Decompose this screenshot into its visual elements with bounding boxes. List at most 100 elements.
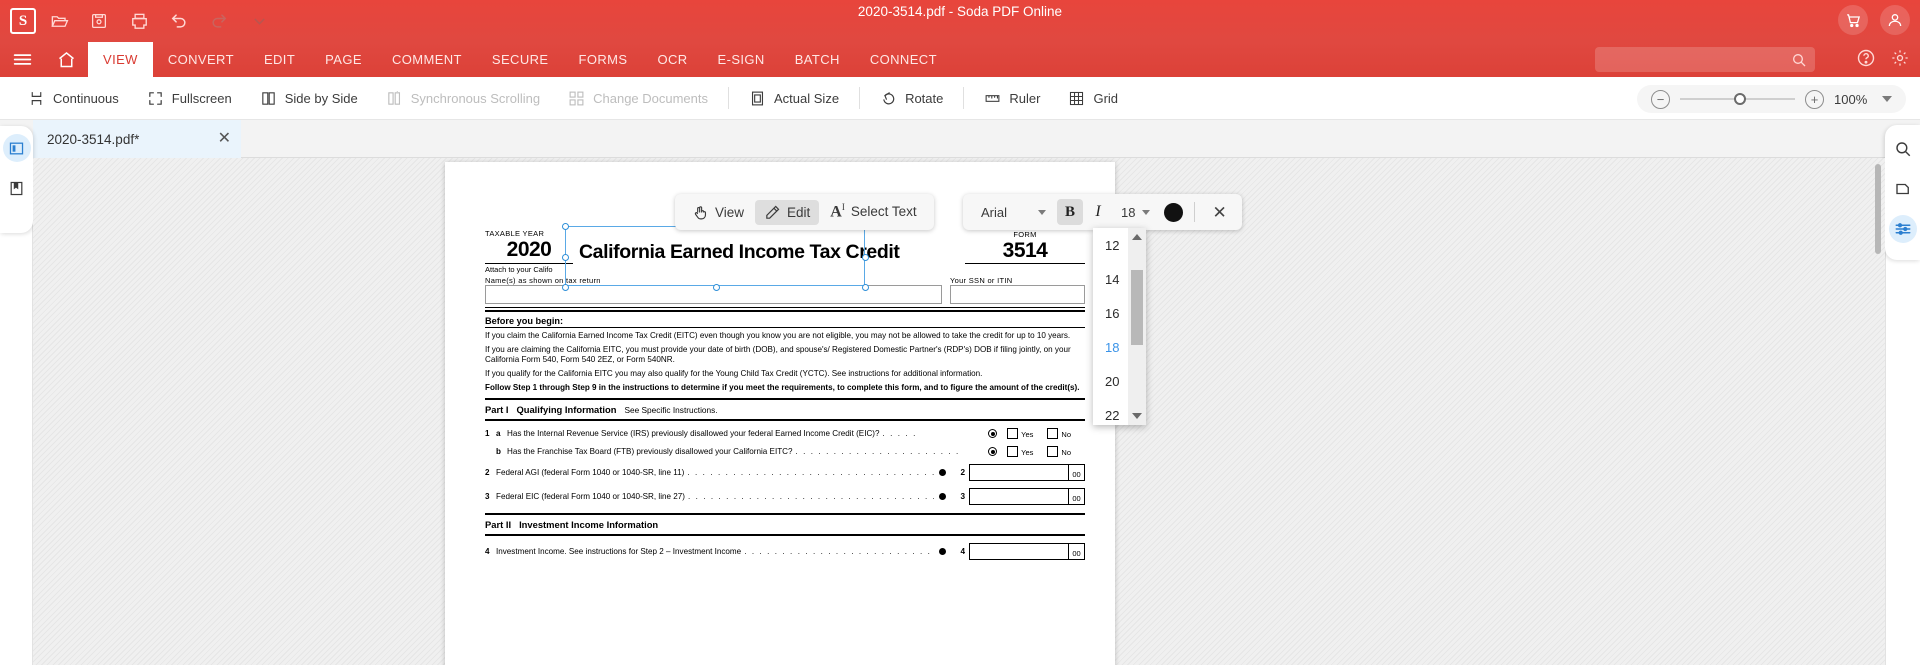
menu-tab-convert[interactable]: CONVERT: [153, 42, 249, 77]
leader-dots-4: . . . . . . . . . . . . . . . . . . . . …: [744, 547, 935, 557]
menu-tab-connect[interactable]: CONNECT: [855, 42, 952, 77]
font-size-scrollbar[interactable]: [1128, 228, 1146, 425]
toolbar-change-documents[interactable]: Change Documents: [554, 77, 722, 120]
close-format-toolbar-icon[interactable]: ✕: [1203, 204, 1235, 221]
toolbar-divider-2: [859, 87, 861, 109]
toolbar-rotate-label: Rotate: [905, 90, 944, 106]
document-tab-strip: 2020-3514.pdf* ✕: [0, 120, 1920, 158]
page-title[interactable]: California Earned Income Tax Credit: [579, 241, 959, 264]
line-3-row: 3 Federal EIC (federal Form 1040 or 1040…: [485, 488, 1085, 506]
font-family-caret-icon[interactable]: [1038, 209, 1046, 215]
question-1a-row: 1 a Has the Internal Revenue Service (IR…: [485, 428, 1085, 440]
sliders-icon: [1895, 223, 1910, 235]
toolbar-side-by-side[interactable]: Side by Side: [246, 77, 372, 120]
before-bold-note: Follow Step 1 through Step 9 in the inst…: [485, 382, 1080, 392]
zoom-slider[interactable]: [1680, 93, 1795, 105]
zoom-in-button[interactable]: +: [1805, 89, 1824, 109]
gear-icon[interactable]: [1890, 48, 1910, 73]
print-icon[interactable]: [122, 6, 156, 36]
toolbar-synchronous-scrolling[interactable]: Synchronous Scrolling: [372, 77, 554, 120]
menu-tab-view[interactable]: VIEW: [88, 42, 153, 77]
no-group-1b[interactable]: No: [1047, 446, 1071, 458]
italic-button[interactable]: I: [1086, 199, 1110, 225]
home-icon[interactable]: [44, 42, 88, 77]
bullet-marker-1b: [988, 447, 998, 457]
yes-group-1b[interactable]: Yes: [1007, 446, 1033, 458]
close-icon[interactable]: ✕: [218, 131, 231, 147]
part-2-header: Part II Investment Income Information: [485, 517, 1085, 532]
zoom-out-button[interactable]: −: [1651, 89, 1670, 109]
menu-tab-forms[interactable]: FORMS: [563, 42, 642, 77]
bookmarks-panel[interactable]: [3, 174, 31, 202]
line-4-input[interactable]: [969, 543, 1069, 561]
zoom-slider-handle[interactable]: [1734, 93, 1747, 105]
properties-panel[interactable]: [1888, 215, 1917, 243]
checkbox-1a-no[interactable]: [1047, 428, 1059, 440]
undo-icon[interactable]: [162, 6, 196, 36]
line-2-input[interactable]: [969, 464, 1069, 482]
mode-edit-button[interactable]: Edit: [755, 199, 820, 225]
names-input[interactable]: [485, 285, 942, 304]
document-tab[interactable]: 2020-3514.pdf* ✕: [33, 120, 241, 158]
no-group-1a[interactable]: No: [1047, 428, 1071, 440]
menu-tab-page[interactable]: PAGE: [310, 42, 377, 77]
mode-select-text-button[interactable]: AI Select Text: [821, 198, 925, 225]
font-family-select[interactable]: Arial: [969, 205, 1033, 220]
question-1b-row: b Has the Franchise Tax Board (FTB) prev…: [485, 446, 1085, 458]
part-1-note: See Specific Instructions.: [624, 405, 718, 416]
search-input[interactable]: [1595, 47, 1815, 72]
text-color-swatch[interactable]: [1164, 202, 1184, 222]
app-logo[interactable]: S: [10, 8, 36, 34]
line-3-text: Federal EIC (federal Form 1040 or 1040-S…: [496, 492, 685, 502]
bold-button[interactable]: B: [1057, 199, 1083, 225]
toolbar-continuous[interactable]: Continuous: [14, 77, 133, 120]
toolbar-actual-size-label: Actual Size: [774, 90, 840, 106]
checkbox-1b-yes[interactable]: [1007, 446, 1019, 458]
menu-tab-comment[interactable]: COMMENT: [377, 42, 477, 77]
line-2-text: Federal AGI (federal Form 1040 or 1040-S…: [496, 468, 685, 478]
line-3-input[interactable]: [969, 488, 1069, 506]
redo-icon[interactable]: [202, 6, 236, 36]
menu-tab-edit[interactable]: EDIT: [249, 42, 310, 77]
scroll-up-arrow-icon[interactable]: [1132, 234, 1142, 240]
vertical-scrollbar[interactable]: [1875, 164, 1881, 254]
before-paragraph-1: If you claim the California Earned Incom…: [485, 331, 1071, 340]
left-rail-card: [0, 126, 33, 233]
font-size-caret-icon[interactable]: [1142, 209, 1151, 215]
help-circle-icon[interactable]: [1856, 48, 1876, 73]
font-size-scroll-thumb[interactable]: [1131, 270, 1143, 345]
toolbar-rotate[interactable]: Rotate: [866, 77, 957, 120]
save-icon[interactable]: [82, 6, 116, 36]
chevron-down-icon[interactable]: [242, 6, 276, 36]
toolbar-actual-size[interactable]: Actual Size: [735, 77, 853, 120]
hamburger-menu-icon[interactable]: [0, 42, 44, 77]
pdf-page[interactable]: TAXABLE YEAR 2020 California Earned Inco…: [445, 162, 1115, 665]
left-sidebar-rail: [0, 126, 33, 665]
toolbar-fullscreen[interactable]: Fullscreen: [133, 77, 246, 120]
zoom-dropdown-caret-icon[interactable]: [1882, 96, 1892, 102]
rule-6: [485, 513, 1085, 516]
toolbar-grid[interactable]: Grid: [1054, 77, 1132, 120]
menu-tab-ocr[interactable]: OCR: [642, 42, 702, 77]
font-size-select[interactable]: 18: [1113, 205, 1137, 220]
zoom-control: − + 100%: [1637, 85, 1906, 113]
checkbox-1a-yes[interactable]: [1007, 428, 1019, 440]
menu-tab-secure[interactable]: SECURE: [477, 42, 564, 77]
scroll-down-arrow-icon[interactable]: [1132, 413, 1142, 419]
search-panel[interactable]: [1889, 135, 1917, 163]
yes-group-1a[interactable]: Yes: [1007, 428, 1033, 440]
sidebar-panel-toggle[interactable]: [2, 134, 31, 162]
toolbar-ruler[interactable]: Ruler: [970, 77, 1054, 120]
pages-panel[interactable]: [1889, 175, 1917, 203]
menu-tab-batch[interactable]: BATCH: [780, 42, 855, 77]
bookmark-icon: [10, 181, 23, 195]
mode-view-button[interactable]: View: [683, 200, 753, 225]
continuous-scroll-icon: [28, 90, 45, 107]
menu-tab-esign[interactable]: E-SIGN: [703, 42, 780, 77]
checkbox-1b-no[interactable]: [1047, 446, 1059, 458]
ssn-input[interactable]: [950, 285, 1085, 304]
user-account-icon[interactable]: [1880, 5, 1910, 35]
bullet-marker-3: [939, 493, 947, 501]
folder-open-icon[interactable]: [42, 6, 76, 36]
shopping-cart-icon[interactable]: [1838, 5, 1868, 35]
